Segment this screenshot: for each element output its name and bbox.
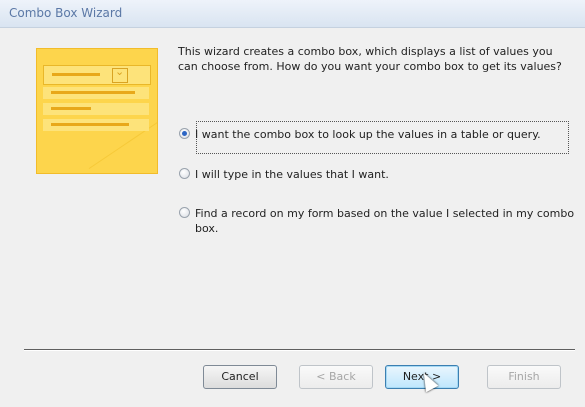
separator xyxy=(24,349,575,351)
combo-box-illustration-icon xyxy=(36,48,158,174)
option-find-record[interactable]: Find a record on my form based on the va… xyxy=(179,206,579,240)
cancel-button[interactable]: Cancel xyxy=(203,365,277,389)
radio-type-values[interactable] xyxy=(179,168,190,179)
intro-text: This wizard creates a combo box, which d… xyxy=(178,45,562,73)
option-type-values[interactable]: I will type in the values that I want. xyxy=(179,167,419,185)
title-bar: Combo Box Wizard xyxy=(0,0,585,28)
window-title: Combo Box Wizard xyxy=(9,6,123,20)
radio-find-record[interactable] xyxy=(179,207,190,218)
finish-button[interactable]: Finish xyxy=(487,365,561,389)
option-label: I will type in the values that I want. xyxy=(195,168,389,181)
radio-lookup-table[interactable] xyxy=(179,128,190,139)
back-button[interactable]: < Back xyxy=(299,365,373,389)
option-label: Find a record on my form based on the va… xyxy=(195,207,575,235)
option-label: I want the combo box to look up the valu… xyxy=(195,128,541,141)
option-lookup-table[interactable]: I want the combo box to look up the valu… xyxy=(179,127,559,145)
